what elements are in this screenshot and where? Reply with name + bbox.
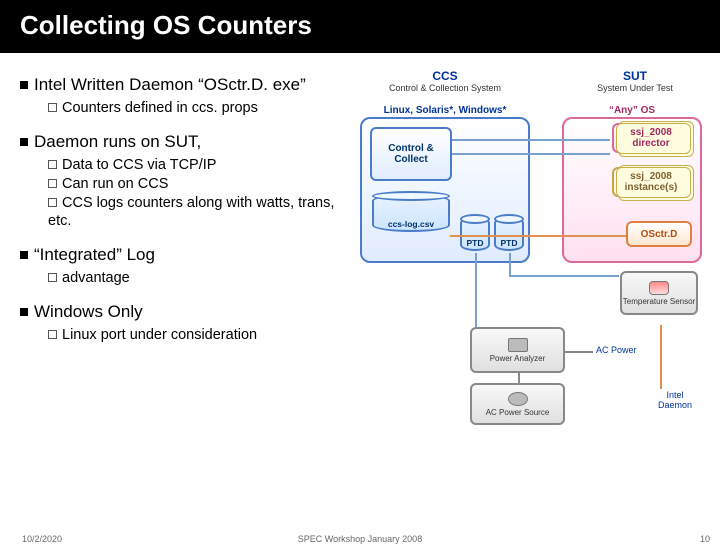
- ac-power-label: AC Power: [596, 345, 637, 355]
- intel-daemon-label: Intel Daemon: [650, 391, 700, 411]
- conn-ptd-temp-h: [509, 275, 619, 277]
- bullet-2: Daemon runs on SUT,: [20, 132, 350, 152]
- thermometer-icon: [649, 281, 669, 295]
- sut-header: SUT System Under Test: [570, 69, 700, 93]
- arrow-control-to-director: [452, 139, 610, 141]
- ptd-left-1: PTD: [460, 217, 490, 251]
- ccs-header: CCS Control & Collection System: [380, 69, 510, 93]
- bullet-2b: Can run on CCS: [48, 175, 350, 194]
- control-collect-box: Control & Collect: [370, 127, 452, 181]
- csv-cylinder: ccs-log.csv: [372, 194, 450, 232]
- arrow-csv-to-osctrd: [450, 235, 626, 237]
- conn-ptd-analyzer-1: [475, 253, 477, 327]
- bullet-1: Intel Written Daemon “OSctr.D. exe”: [20, 75, 350, 95]
- bullet-4: Windows Only: [20, 302, 350, 322]
- conn-ptd-temp: [509, 253, 511, 275]
- osctrd-box: OSctr.D: [626, 221, 692, 247]
- plug-icon: [508, 392, 528, 406]
- slide-content: Intel Written Daemon “OSctr.D. exe” Coun…: [0, 53, 720, 429]
- bullet-4a: Linux port under consideration: [48, 326, 350, 345]
- temp-sensor-box: Temperature Sensor: [620, 271, 698, 315]
- conn-analyzer-source: [518, 373, 520, 383]
- arrow-control-to-instances: [452, 153, 610, 155]
- bullet-1a: Counters defined in ccs. props: [48, 99, 350, 118]
- bullet-2c: CCS logs counters along with watts, tran…: [48, 194, 350, 232]
- ac-power-source-box: AC Power Source: [470, 383, 565, 425]
- bullet-column: Intel Written Daemon “OSctr.D. exe” Coun…: [20, 67, 350, 429]
- arrow-ac-power: [565, 351, 593, 353]
- ptd-left-2: PTD: [494, 217, 524, 251]
- bullet-2a: Data to CCS via TCP/IP: [48, 156, 350, 175]
- intel-daemon-line: [660, 325, 662, 389]
- architecture-diagram: CCS Control & Collection System SUT Syst…: [350, 69, 705, 429]
- ssj-instances-box: ssj_2008 instance(s): [612, 167, 690, 197]
- ssj-director-box: ssj_2008 director: [612, 123, 690, 153]
- power-analyzer-box: Power Analyzer: [470, 327, 565, 373]
- footer-date: 10/2/2020: [22, 534, 62, 544]
- analyzer-icon: [508, 338, 528, 352]
- footer-mid: SPEC Workshop January 2008: [298, 534, 422, 544]
- slide-title: Collecting OS Counters: [0, 0, 720, 53]
- bullet-1-text: Intel Written Daemon “OSctr.D. exe”: [34, 75, 306, 94]
- bullet-3: “Integrated” Log: [20, 245, 350, 265]
- footer-page: 10: [700, 534, 710, 544]
- bullet-3a: advantage: [48, 269, 350, 288]
